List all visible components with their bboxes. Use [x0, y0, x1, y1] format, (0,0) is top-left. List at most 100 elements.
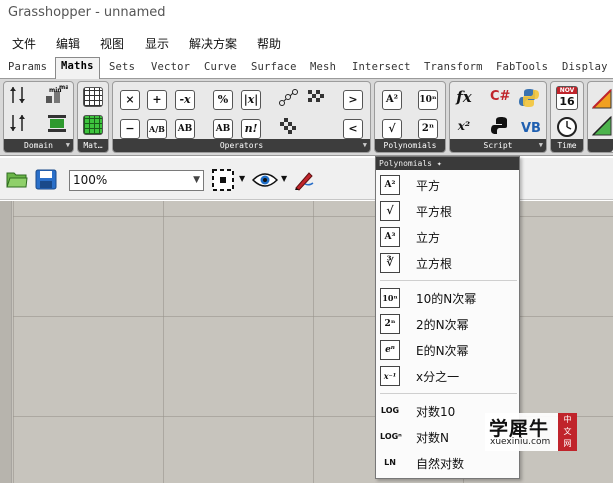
integer-division-icon[interactable]: AB: [213, 119, 233, 139]
canvas-left-edge: [0, 201, 12, 483]
svg-text:VB: VB: [521, 121, 540, 136]
panel-label-time: Time: [551, 139, 583, 152]
calendar-icon[interactable]: NOV 16: [556, 86, 578, 110]
menu-separator: [380, 393, 517, 394]
python-icon[interactable]: [490, 115, 510, 135]
triangle-green-icon[interactable]: [591, 115, 612, 136]
menu-item-cube[interactable]: A³ 立方: [378, 225, 516, 249]
menu-item-power-of-10[interactable]: 10ⁿ 10的N次幂: [378, 286, 516, 310]
pin-icon: ✦: [436, 159, 442, 168]
menu-item-power-of-2[interactable]: 2ⁿ 2的N次幂: [378, 312, 516, 336]
open-file-icon[interactable]: [6, 169, 28, 192]
tab-params[interactable]: Params: [8, 61, 47, 73]
smaller-than-icon[interactable]: <: [343, 119, 363, 139]
negative-icon[interactable]: -x: [175, 90, 195, 110]
tab-mesh[interactable]: Mesh: [310, 61, 336, 73]
square-icon[interactable]: A²: [382, 90, 402, 110]
power-icon[interactable]: AB: [175, 119, 195, 139]
csharp-script-icon[interactable]: C#: [490, 88, 510, 108]
panel-script: fx C# x² VB Script ▼: [449, 81, 547, 153]
title-bar: Grasshopper - unnamed: [0, 0, 613, 28]
evaluate-icon[interactable]: x²: [454, 117, 474, 137]
canvas-toolbar: 100% ▼ ▼ ▼: [0, 158, 613, 200]
gate-not-icon[interactable]: [306, 88, 326, 108]
menu-display[interactable]: 显示: [145, 35, 169, 52]
preview-eye-icon[interactable]: [251, 172, 279, 191]
save-file-icon[interactable]: [35, 169, 57, 193]
tab-maths[interactable]: Maths: [55, 57, 100, 80]
power-of-10-icon: 10ⁿ: [380, 288, 400, 308]
cube-icon: A³: [380, 227, 400, 247]
power-of-2-icon: 2ⁿ: [380, 314, 400, 334]
tab-sets[interactable]: Sets: [109, 61, 135, 73]
factorial-icon[interactable]: n!: [241, 119, 261, 139]
chevron-down-icon[interactable]: ▼: [281, 174, 287, 183]
tab-transform[interactable]: Transform: [424, 61, 483, 73]
menu-item-one-over-x[interactable]: x⁻¹ x分之一: [378, 364, 516, 388]
absolute-icon[interactable]: |x|: [241, 90, 261, 110]
menu-item-square[interactable]: A² 平方: [378, 173, 516, 197]
expand-arrow-icon[interactable]: ▼: [66, 139, 70, 152]
menu-item-power-of-e[interactable]: eⁿ E的N次幂: [378, 338, 516, 362]
panel-label-partial: [588, 139, 613, 152]
menu-item-ln[interactable]: LN 自然对数: [378, 451, 516, 475]
panel-label-domain: Domain ▼: [4, 139, 73, 152]
domain-bounds-icon[interactable]: [8, 85, 28, 105]
gate-xor-icon[interactable]: [278, 116, 298, 136]
menu-item-cube-root[interactable]: ∛ 立方根: [378, 251, 516, 275]
watermark-logo: 学犀牛 xuexiniu.com 中文网: [485, 413, 577, 451]
addition-icon[interactable]: +: [147, 90, 167, 110]
multiplication-icon[interactable]: ×: [120, 90, 140, 110]
square-root-icon: √: [380, 201, 400, 221]
zoom-combo[interactable]: 100% ▼: [69, 170, 204, 191]
cube-root-icon: ∛: [380, 253, 400, 273]
expand-arrow-icon[interactable]: ▼: [539, 139, 543, 152]
component-tabs: Params Maths Sets Vector Curve Surface M…: [0, 57, 613, 80]
menu-edit[interactable]: 编辑: [56, 35, 80, 52]
log10-icon: LOG: [380, 406, 400, 415]
expression-icon[interactable]: fx: [454, 88, 474, 108]
panel-matrix: Mat…: [77, 81, 109, 153]
division-icon[interactable]: A/B: [147, 119, 167, 139]
menu-file[interactable]: 文件: [12, 35, 36, 52]
tab-vector[interactable]: Vector: [151, 61, 190, 73]
menu-item-square-root[interactable]: √ 平方根: [378, 199, 516, 223]
subtraction-icon[interactable]: −: [120, 119, 140, 139]
chevron-down-icon[interactable]: ▼: [239, 174, 245, 183]
panel-label-script: Script ▼: [450, 139, 546, 152]
square-root-icon[interactable]: √: [382, 119, 402, 139]
python-script-icon[interactable]: [518, 87, 539, 107]
tab-display[interactable]: Display: [562, 61, 608, 73]
tab-fabtools[interactable]: FabTools: [496, 61, 548, 73]
panel-label-operators: Operators ▼: [113, 139, 370, 152]
modulus-icon[interactable]: %: [213, 90, 233, 110]
tab-curve[interactable]: Curve: [204, 61, 237, 73]
triangle-icon[interactable]: [591, 88, 612, 109]
ribbon: minmax Domain▼ Mat… × + -x % |x| − A/B A…: [0, 79, 613, 156]
bounds-2d-icon[interactable]: [46, 113, 66, 133]
expand-arrow-icon[interactable]: ▼: [363, 139, 367, 152]
construct-domain-icon[interactable]: [8, 113, 28, 133]
power-of-2-icon[interactable]: 2ⁿ: [418, 119, 438, 139]
tab-surface[interactable]: Surface: [251, 61, 297, 73]
sketch-pen-icon[interactable]: [293, 169, 315, 194]
zoom-extents-icon[interactable]: [212, 169, 234, 194]
menu-view[interactable]: 视图: [100, 35, 124, 52]
menu-solution[interactable]: 解决方案: [189, 35, 237, 52]
menu-help[interactable]: 帮助: [257, 35, 281, 52]
remap-numbers-icon[interactable]: minmax: [44, 84, 73, 105]
square-icon: A²: [380, 175, 400, 195]
clock-icon[interactable]: [556, 116, 577, 137]
vb-script-icon[interactable]: VB: [520, 116, 541, 136]
panel-domain: minmax Domain▼: [3, 81, 74, 153]
power-of-10-icon[interactable]: 10ⁿ: [418, 90, 438, 110]
power-of-e-icon: eⁿ: [380, 340, 400, 360]
dropdown-header: Polynomials ✦: [376, 157, 519, 170]
tab-intersect[interactable]: Intersect: [352, 61, 411, 73]
chevron-down-icon[interactable]: ▼: [193, 171, 200, 190]
larger-than-icon[interactable]: >: [343, 90, 363, 110]
construct-matrix-icon[interactable]: [83, 115, 103, 135]
matrix-icon[interactable]: [83, 87, 103, 107]
zoom-value: 100%: [73, 173, 108, 187]
gate-and-icon[interactable]: [278, 88, 298, 108]
